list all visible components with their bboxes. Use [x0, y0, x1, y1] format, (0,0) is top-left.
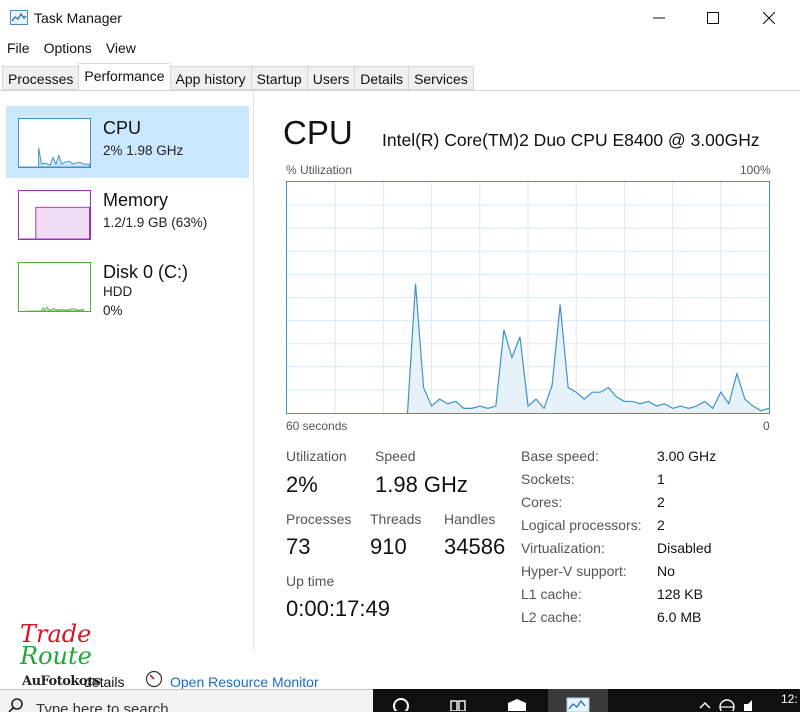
- window-title: Task Manager: [34, 10, 122, 26]
- menu-view[interactable]: View: [99, 38, 143, 62]
- spec-label: Hyper-V support:: [521, 563, 627, 579]
- sidebar-disk-usage: 0%: [103, 303, 123, 318]
- cpu-thumbnail-graph: [18, 118, 91, 168]
- footer-bar: details Open Resource Monitor: [0, 666, 800, 690]
- disk-thumbnail-graph: [18, 262, 91, 312]
- time-axis-right-label: 0: [763, 419, 770, 433]
- uptime-value: 0:00:17:49: [286, 596, 390, 621]
- sidebar-memory-label: Memory: [103, 190, 169, 210]
- tab-app-history[interactable]: App history: [169, 66, 251, 90]
- sidebar-item-cpu[interactable]: CPU 2% 1.98 GHz: [6, 106, 249, 178]
- taskbar-search-box[interactable]: Type here to search: [0, 689, 373, 712]
- utilization-label: Utilization: [286, 448, 347, 464]
- cpu-model-name: Intel(R) Core(TM)2 Duo CPU E8400 @ 3.00G…: [382, 130, 760, 150]
- cpu-utilization-graph: [286, 181, 770, 414]
- resource-sidebar: CPU 2% 1.98 GHz Memory 1.2/1.9 GB (63%) …: [0, 91, 254, 651]
- taskbar-clock[interactable]: 12:: [781, 692, 798, 706]
- utilization-axis-label: % Utilization: [286, 163, 353, 177]
- watermark-logo: Trade Route AuFotokors: [6, 618, 101, 694]
- sidebar-disk-label: Disk 0 (C:): [103, 262, 188, 282]
- close-button[interactable]: [742, 0, 796, 36]
- spec-value: 3.00 GHz: [657, 448, 717, 464]
- processes-value: 73: [286, 534, 311, 559]
- volume-icon[interactable]: [740, 693, 762, 711]
- spec-value: 2: [657, 494, 665, 510]
- spec-label: Base speed:: [521, 448, 599, 464]
- cortana-icon[interactable]: [390, 693, 412, 711]
- spec-label: Sockets:: [521, 471, 575, 487]
- tab-strip: Processes Performance App history Startu…: [2, 63, 474, 90]
- handles-value: 34586: [444, 534, 506, 559]
- tab-users[interactable]: Users: [306, 66, 355, 90]
- minimize-icon: [653, 17, 665, 19]
- spec-value: 128 KB: [657, 586, 703, 602]
- tray-chevron-icon[interactable]: [694, 693, 716, 711]
- tab-services[interactable]: Services: [408, 66, 474, 90]
- task-manager-taskbar-icon: [566, 697, 590, 712]
- menu-options[interactable]: Options: [37, 38, 99, 62]
- utilization-axis-max: 100%: [740, 163, 771, 177]
- time-axis-left-label: 60 seconds: [286, 419, 348, 433]
- memory-thumbnail-graph: [18, 190, 91, 240]
- spec-value: 2: [657, 517, 665, 533]
- tab-details[interactable]: Details: [354, 66, 409, 90]
- threads-value: 910: [370, 534, 407, 559]
- network-icon[interactable]: [716, 693, 738, 711]
- cpu-utilization-chart: [287, 182, 769, 413]
- speed-label: Speed: [375, 448, 416, 464]
- mail-icon[interactable]: [506, 693, 528, 711]
- spec-label: L1 cache:: [521, 586, 582, 602]
- threads-label: Threads: [370, 511, 422, 527]
- tab-processes[interactable]: Processes: [2, 66, 79, 90]
- spec-label: Virtualization:: [521, 540, 605, 556]
- maximize-button[interactable]: [686, 0, 740, 36]
- sidebar-disk-type: HDD: [103, 284, 133, 299]
- sidebar-memory-usage: 1.2/1.9 GB (63%): [103, 215, 208, 230]
- menu-bar: File Options View: [0, 38, 800, 62]
- utilization-value: 2%: [286, 472, 318, 497]
- spec-label: Cores:: [521, 494, 563, 510]
- cpu-utilization-area: [407, 283, 769, 413]
- spec-label: L2 cache:: [521, 609, 582, 625]
- speed-value: 1.98 GHz: [375, 472, 468, 497]
- spec-value: Disabled: [657, 540, 712, 556]
- sidebar-item-memory[interactable]: Memory 1.2/1.9 GB (63%): [6, 178, 249, 250]
- tab-startup[interactable]: Startup: [250, 66, 307, 90]
- sidebar-cpu-usage: 2% 1.98 GHz: [103, 143, 184, 158]
- minimize-button[interactable]: [632, 0, 686, 36]
- sidebar-item-disk[interactable]: Disk 0 (C:) HDD 0%: [6, 250, 249, 322]
- task-manager-icon: [10, 10, 28, 25]
- logo-line-3: AuFotokors: [22, 674, 101, 689]
- logo-line-2: Route: [20, 642, 92, 670]
- processes-label: Processes: [286, 511, 352, 527]
- open-resource-monitor-link[interactable]: Open Resource Monitor: [170, 674, 319, 690]
- maximize-icon: [707, 12, 719, 24]
- spec-value: 1: [657, 471, 665, 487]
- tab-performance[interactable]: Performance: [78, 63, 170, 90]
- uptime-label: Up time: [286, 573, 335, 589]
- page-title: CPU: [283, 114, 353, 151]
- search-icon: [8, 698, 23, 712]
- task-view-icon[interactable]: [447, 693, 469, 711]
- menu-file[interactable]: File: [0, 38, 37, 62]
- close-icon: [763, 12, 775, 24]
- spec-value: No: [657, 563, 675, 579]
- spec-label: Logical processors:: [521, 517, 642, 533]
- sidebar-cpu-label: CPU: [103, 118, 142, 138]
- spec-value: 6.0 MB: [657, 609, 702, 625]
- taskbar-task-manager-button[interactable]: [548, 689, 608, 712]
- taskbar-search-text: Type here to search: [36, 701, 169, 712]
- resource-monitor-icon: [145, 670, 163, 688]
- taskbar: Type here to search 12:: [0, 689, 800, 712]
- title-bar: Task Manager: [0, 0, 800, 38]
- handles-label: Handles: [444, 511, 496, 527]
- cpu-utilization-line: [406, 283, 769, 413]
